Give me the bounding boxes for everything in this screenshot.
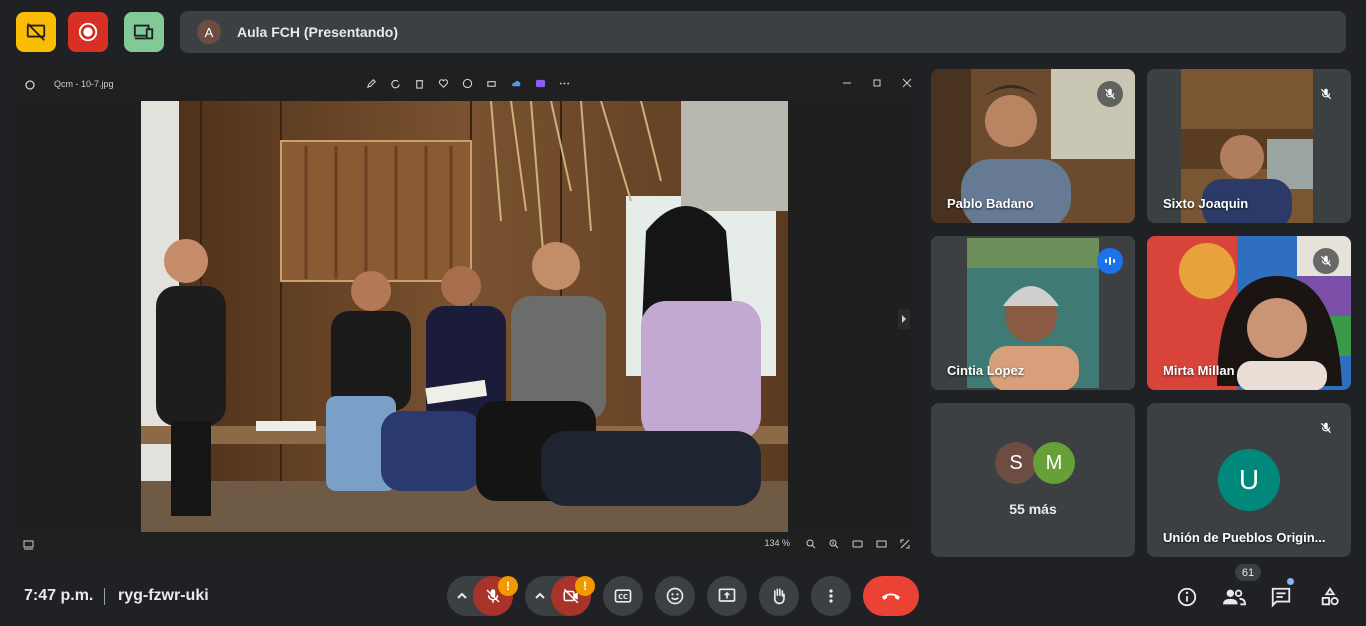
presentation-banner: A Aula FCH (Presentando) xyxy=(180,11,1346,53)
people-icon xyxy=(1223,589,1246,606)
participant-tile[interactable]: Pablo Badano xyxy=(931,69,1135,223)
presentation-title: Aula FCH (Presentando) xyxy=(237,24,399,40)
onedrive-icon[interactable] xyxy=(510,78,522,89)
maximize-icon[interactable] xyxy=(872,78,882,88)
close-icon[interactable] xyxy=(902,78,912,88)
meeting-time: 7:47 p.m. xyxy=(24,587,94,604)
divider xyxy=(104,588,105,605)
captions-button[interactable]: CC xyxy=(603,576,643,616)
chat-icon xyxy=(1271,587,1291,608)
app-icon xyxy=(25,80,35,90)
closed-captions-icon: CC xyxy=(614,589,632,603)
present-screen-icon xyxy=(718,588,736,602)
more-participants-label: 55 más xyxy=(1009,501,1057,517)
more-vert-icon xyxy=(829,589,833,603)
activities-button[interactable] xyxy=(1317,584,1343,610)
reactions-button[interactable] xyxy=(655,576,695,616)
filmstrip-icon[interactable] xyxy=(23,540,34,550)
muted-indicator xyxy=(1313,81,1339,107)
presenter-avatar: A xyxy=(197,20,221,44)
chat-unread-dot xyxy=(1287,578,1294,585)
meeting-details-button[interactable] xyxy=(1174,584,1200,610)
participant-name: Mirta Millan xyxy=(1163,363,1235,378)
participant-name: Cintia Lopez xyxy=(947,363,1025,378)
zoom-level: 134 % xyxy=(764,538,790,548)
delete-icon[interactable] xyxy=(414,78,425,89)
info-icon[interactable] xyxy=(462,78,473,89)
camera-warning-badge: ! xyxy=(575,576,595,596)
group-photo-image xyxy=(141,101,788,532)
participant-tile[interactable]: Mirta Millan xyxy=(1147,236,1351,390)
shared-photo xyxy=(141,101,788,532)
file-name: Qcm - 10-7.jpg xyxy=(54,79,114,89)
more-icon[interactable] xyxy=(559,78,570,89)
present-screen-button[interactable] xyxy=(707,576,747,616)
raise-hand-button[interactable] xyxy=(759,576,799,616)
participant-count-badge: 61 xyxy=(1235,564,1261,581)
zoom-in-icon[interactable] xyxy=(829,539,839,549)
mic-warning-badge: ! xyxy=(498,576,518,596)
shared-screen: Qcm - 10-7.jpg 134 % xyxy=(16,69,913,556)
recording-button[interactable] xyxy=(68,12,108,52)
activities-icon xyxy=(1321,587,1339,606)
fit-icon[interactable] xyxy=(852,539,863,549)
present-off-icon xyxy=(26,23,46,41)
muted-indicator xyxy=(1313,415,1339,441)
muted-indicator xyxy=(1313,248,1339,274)
minimize-icon[interactable] xyxy=(842,78,852,88)
next-image-icon[interactable] xyxy=(898,309,910,329)
viewer-statusbar: 134 % xyxy=(16,533,913,556)
viewer-titlebar: Qcm - 10-7.jpg xyxy=(16,69,913,101)
companion-mode-button[interactable] xyxy=(124,12,164,52)
participant-tile-active[interactable]: Cintia Lopez xyxy=(931,236,1135,390)
zoom-controls xyxy=(806,539,910,549)
participant-name: Pablo Badano xyxy=(947,196,1034,211)
info-icon xyxy=(1177,587,1197,607)
record-icon xyxy=(78,22,98,42)
favorite-icon[interactable] xyxy=(438,78,449,89)
participant-name: Sixto Joaquin xyxy=(1163,196,1249,211)
rotate-icon[interactable] xyxy=(390,78,401,89)
print-icon[interactable] xyxy=(486,78,497,89)
hide-tiles-button[interactable] xyxy=(16,12,56,52)
muted-indicator xyxy=(1097,81,1123,107)
participant-tile[interactable]: Sixto Joaquin xyxy=(1147,69,1351,223)
speaking-indicator xyxy=(1097,248,1123,274)
emoji-icon xyxy=(666,587,684,605)
more-participants-tile[interactable]: S M 55 más xyxy=(931,403,1135,557)
meeting-code[interactable]: ryg-fzwr-uki xyxy=(118,587,209,605)
avatar-m: M xyxy=(1033,442,1075,484)
audio-options-chevron-icon[interactable] xyxy=(455,589,469,603)
zoom-out-icon[interactable] xyxy=(806,539,816,549)
participant-name: Unión de Pueblos Origin... xyxy=(1163,530,1326,545)
avatar-s: S xyxy=(995,442,1037,484)
hand-icon xyxy=(773,588,785,605)
viewer-toolbar xyxy=(366,78,570,89)
svg-text:CC: CC xyxy=(618,593,628,601)
participant-avatar: U xyxy=(1218,449,1280,511)
more-options-button[interactable] xyxy=(811,576,851,616)
mic-off-icon xyxy=(1320,422,1332,434)
video-options-chevron-icon[interactable] xyxy=(533,589,547,603)
chat-button[interactable] xyxy=(1268,584,1294,610)
window-controls xyxy=(842,78,912,88)
mic-off-icon xyxy=(1104,88,1116,100)
mic-off-icon xyxy=(1320,88,1332,100)
hang-up-icon xyxy=(882,593,900,600)
mic-off-icon xyxy=(1320,255,1332,267)
clipchamp-icon[interactable] xyxy=(535,78,546,89)
participant-tile[interactable]: U Unión de Pueblos Origin... xyxy=(1147,403,1351,557)
fullscreen-icon[interactable] xyxy=(900,539,910,549)
devices-icon xyxy=(133,24,154,40)
edit-icon[interactable] xyxy=(366,78,377,89)
audio-level-icon xyxy=(1105,257,1115,265)
leave-call-button[interactable] xyxy=(863,576,919,616)
people-button[interactable] xyxy=(1221,584,1247,610)
actual-size-icon[interactable] xyxy=(876,539,887,549)
